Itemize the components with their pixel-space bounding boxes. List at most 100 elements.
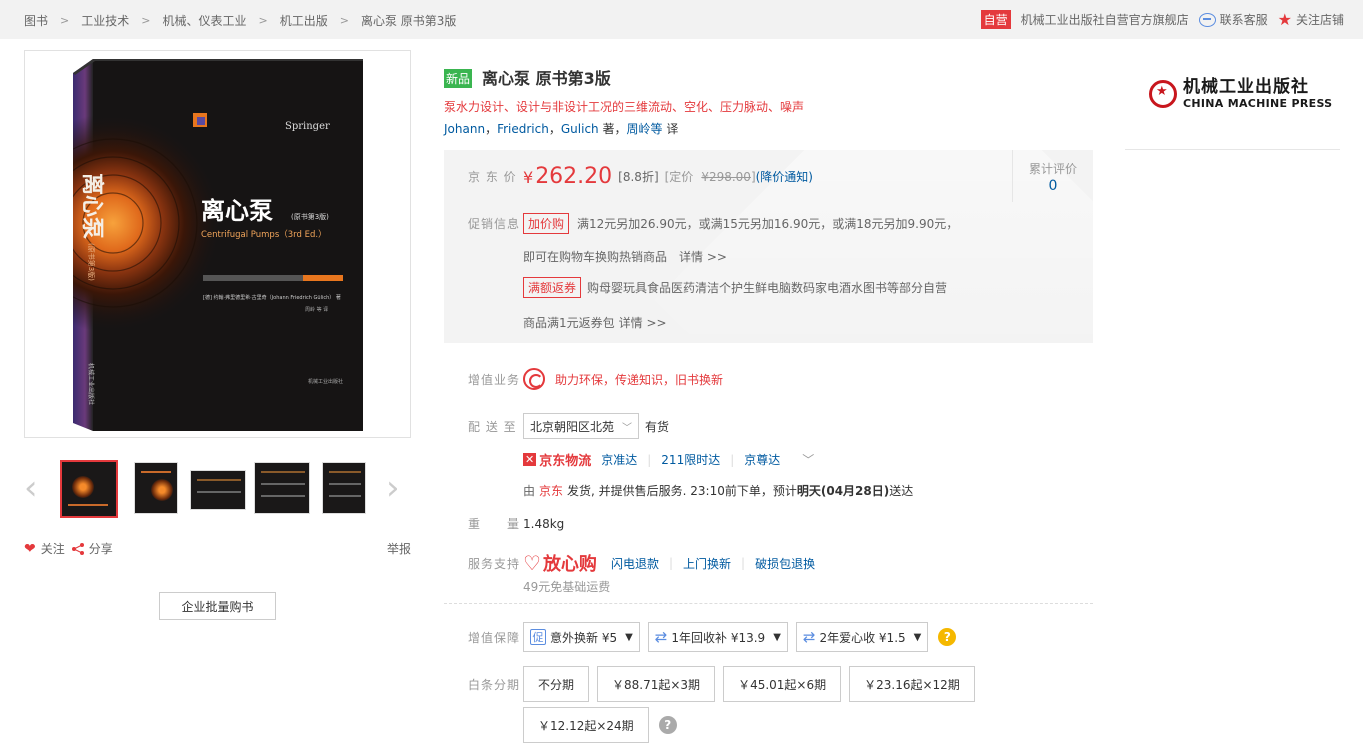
svg-text:Springer: Springer: [285, 121, 330, 132]
report-link[interactable]: 举报: [387, 540, 411, 557]
breadcrumb-item-current: 离心泵 原书第3版: [360, 14, 457, 28]
chevron-right-icon: >: [141, 14, 151, 27]
translator-link[interactable]: 周岭等: [627, 122, 663, 136]
publisher-emblem-icon: [1149, 80, 1177, 108]
share-link[interactable]: 分享: [89, 540, 113, 557]
value-added-link[interactable]: 助力环保，传递知识，旧书换新: [555, 371, 723, 388]
installment-12[interactable]: ￥23.16起×12期: [849, 666, 975, 702]
installment-3[interactable]: ￥88.71起×3期: [597, 666, 716, 702]
promo-row-1: 促销信息 加价购 满12元另加26.90元，或满15元另加16.90元，或满18…: [444, 213, 958, 234]
chevron-down-icon: ▼: [773, 631, 781, 643]
protection-recycle-2y-select[interactable]: ⇄ 2年爱心收 ¥1.5 ▼: [795, 622, 929, 652]
author-link[interactable]: Gulich: [561, 122, 599, 136]
address-selector[interactable]: 北京朝阳区北苑 ﹀: [523, 413, 640, 439]
thumbnail-carousel: ‹ ›: [24, 460, 411, 520]
thumbnail-5[interactable]: [322, 462, 366, 514]
protection-row: 增值保障 促意外换新 ¥5 ▼ ⇄ 1年回收补 ¥13.9 ▼ ⇄ 2年爱心收 ¥1.5…: [444, 622, 957, 652]
thumbnail-3[interactable]: [190, 470, 246, 510]
breadcrumb-item-machinery[interactable]: 机械、仪表工业: [162, 12, 246, 29]
chevron-right-icon: >: [60, 14, 70, 27]
contact-service-button[interactable]: 联系客服: [1198, 11, 1268, 28]
spine-title: 离心泵: [79, 173, 105, 239]
promo-tag-addon[interactable]: 加价购: [523, 213, 570, 234]
follow-shop-button[interactable]: ★ 关注店铺: [1278, 11, 1344, 28]
top-bar: 图书 > 工业技术 > 机械、仪表工业 > 机工出版 > 离心泵 原书第3版 自营 机械…: [0, 0, 1363, 39]
author-line: Johann，Friedrich，Gulich 著，周岭等 译: [444, 122, 679, 136]
promo-row-2b: 商品满1元返券包 详情 >>: [523, 314, 667, 331]
service-row: 服务支持 ♡ 放心购 闪电退款 | 上门换新 | 破损包退换: [468, 551, 816, 575]
chevron-right-icon: >: [258, 14, 268, 27]
main-product-image[interactable]: Springer 离心泵 (原书第3版) 机械工业出版社 离心泵 (原书第3版)…: [24, 50, 411, 438]
svg-text:(原书第3版): (原书第3版): [291, 212, 329, 221]
thumb-prev-arrow-icon[interactable]: ‹: [24, 470, 38, 506]
service-damage-return[interactable]: 破损包退换: [755, 555, 815, 572]
shipping-note: 49元免基础运费: [523, 580, 611, 594]
author-link[interactable]: Friedrich: [497, 122, 549, 136]
installment-row-2: ￥12.12起×24期 ?: [523, 707, 677, 743]
svg-text:机械工业出版社: 机械工业出版社: [308, 378, 343, 385]
service-jzunda[interactable]: 京尊达: [744, 451, 780, 468]
promo-icon: 促: [530, 629, 546, 645]
exchange-icon: ⇄: [654, 628, 668, 646]
installment-none[interactable]: 不分期: [523, 666, 590, 702]
service-fast-refund[interactable]: 闪电退款: [611, 555, 659, 572]
breadcrumb-item-press[interactable]: 机工出版: [280, 12, 328, 29]
help-icon[interactable]: ?: [658, 716, 677, 734]
installment-24[interactable]: ￥12.12起×24期: [523, 707, 649, 743]
value-added-row: 增值业务 助力环保，传递知识，旧书换新: [444, 368, 723, 390]
thumb-next-arrow-icon[interactable]: ›: [386, 470, 400, 506]
logistics-row: ✕ 京东物流 京准达 | 211限时达 | 京尊达 ﹀: [523, 450, 814, 469]
promo-detail-link[interactable]: 详情 >>: [679, 248, 727, 265]
bulk-buy-button[interactable]: 企业批量购书: [159, 592, 276, 620]
thumbnail-4[interactable]: [254, 462, 310, 514]
promo-row-2: 满额返券 购母婴玩具食品医药清洁个护生鲜电脑数码家电酒水图书等部分自营: [523, 277, 947, 298]
promo-label: 促销信息: [468, 217, 521, 231]
chat-icon: [1198, 12, 1216, 27]
help-icon[interactable]: ?: [938, 628, 957, 646]
shipping-info: 由 京东 发货, 并提供售后服务. 23:10前下单，预计 明天(04月28日)…: [523, 482, 914, 499]
svg-text:(原书第3版): (原书第3版): [87, 243, 96, 281]
heart-icon[interactable]: ❤: [24, 541, 36, 557]
review-count[interactable]: 累计评价 0: [1012, 150, 1093, 202]
svg-text:周岭 等 译: 周岭 等 译: [305, 306, 328, 313]
installment-6[interactable]: ￥45.01起×6期: [723, 666, 842, 702]
publisher-logo-panel[interactable]: 机械工业出版社 CHINA MACHINE PRESS: [1125, 60, 1340, 150]
promo-detail-link[interactable]: 详情 >>: [619, 314, 667, 331]
shipper-link[interactable]: 京东: [539, 482, 563, 499]
protection-accident-select[interactable]: 促意外换新 ¥5 ▼: [523, 622, 640, 652]
product-subtitle: 泵水力设计、设计与非设计工况的三维流动、空化、压力脉动、噪声: [444, 100, 805, 114]
installment-row: 白条分期 不分期 ￥88.71起×3期 ￥45.01起×6期 ￥23.16起×1…: [444, 666, 983, 702]
service-home-exchange[interactable]: 上门换新: [683, 555, 731, 572]
product-title: 离心泵 原书第3版: [482, 69, 611, 88]
author-link[interactable]: Johann: [444, 122, 485, 136]
promo-tag-coupon[interactable]: 满额返券: [523, 277, 582, 298]
list-price: ¥298.00: [701, 169, 751, 184]
stock-status: 有货: [645, 419, 670, 434]
service-211[interactable]: 211限时达: [661, 451, 720, 468]
breadcrumb-item-industry[interactable]: 工业技术: [81, 12, 129, 29]
jd-price: ¥262.20: [523, 164, 613, 189]
chevron-down-icon: ▼: [625, 631, 633, 643]
publisher-logo: 机械工业出版社 CHINA MACHINE PRESS: [1149, 78, 1332, 110]
protection-recycle-1y-select[interactable]: ⇄ 1年回收补 ¥13.9 ▼: [647, 622, 788, 652]
weight-row: 重 量 1.48kg: [468, 516, 565, 532]
service-jzd[interactable]: 京准达: [601, 451, 637, 468]
promo-row-1b: 即可在购物车换购热销商品 详情 >>: [523, 248, 727, 265]
follow-link[interactable]: 关注: [41, 540, 65, 557]
shop-name-link[interactable]: 机械工业出版社自营官方旗舰店: [1021, 11, 1189, 28]
price-notify-link[interactable]: (降价通知): [756, 168, 813, 185]
thumbnail-1[interactable]: [60, 460, 118, 518]
shop-bar: 自营 机械工业出版社自营官方旗舰店 联系客服 ★ 关注店铺: [980, 10, 1344, 29]
price-row: 京 东 价 ¥262.20 [8.8折] [定价 ¥298.00 ] (降价通知…: [444, 164, 813, 189]
breadcrumb: 图书 > 工业技术 > 机械、仪表工业 > 机工出版 > 离心泵 原书第3版: [24, 12, 456, 29]
breadcrumb-item-books[interactable]: 图书: [24, 12, 48, 29]
thumbnail-2[interactable]: [134, 462, 178, 514]
share-icon[interactable]: [71, 542, 85, 556]
chevron-down-icon[interactable]: ﹀: [802, 451, 814, 468]
chevron-right-icon: >: [339, 14, 349, 27]
heart-icon: ♡: [523, 551, 541, 575]
discount-text: [8.8折]: [618, 170, 659, 184]
image-actions: ❤ 关注 分享 举报: [24, 540, 411, 557]
jd-logistics-logo: ✕ 京东物流: [523, 453, 592, 469]
cover-title: 离心泵: [201, 197, 273, 225]
